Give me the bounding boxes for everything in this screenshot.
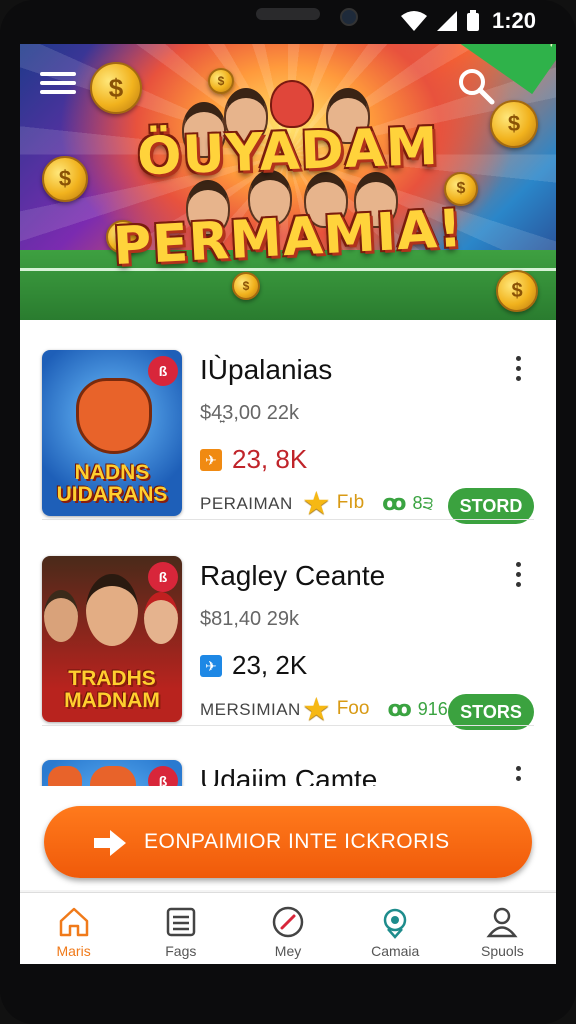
list-item[interactable]: ß NADNS UIDARANS IÙpalanias $4͍3,00 22k … xyxy=(20,320,556,524)
character-face xyxy=(144,592,178,644)
game-thumbnail[interactable]: ß xyxy=(42,760,182,786)
rating-text: Foo xyxy=(336,698,370,719)
item-price: $81,40 29k xyxy=(200,608,299,630)
share-count: 916 xyxy=(417,698,448,719)
status-time: 1:20 xyxy=(491,8,536,33)
item-count: ✈ 23, 8K xyxy=(200,444,307,475)
character-face xyxy=(44,590,78,642)
item-title: Ragley Ceante xyxy=(200,560,386,591)
more-options-icon[interactable] xyxy=(510,356,526,386)
fox-mascot-icon xyxy=(90,766,136,786)
nav-label: Fags xyxy=(165,943,197,959)
speaker-grille xyxy=(256,8,320,20)
menu-bar xyxy=(40,72,76,76)
app-screen: $ $ $ $ $ $ $ $ ÖUYADAM PERMAMIA! ß‰ ᵾ ᴍ… xyxy=(20,44,556,964)
nav-item-profile[interactable]: Spuols xyxy=(449,893,556,964)
search-icon xyxy=(459,69,495,105)
thumb-label: TRADHS MADNAM xyxy=(64,667,160,712)
item-count-value: 23, 2K xyxy=(232,650,308,680)
game-thumbnail[interactable]: ß TRADHS MADNAM xyxy=(42,556,182,722)
rating-row: ★ Foo ꝏ 916 xyxy=(302,691,448,727)
item-meta: PERAIMAN xyxy=(200,494,293,513)
coin-icon: $ xyxy=(232,272,260,300)
home-icon xyxy=(59,907,88,937)
battery-icon xyxy=(467,10,479,31)
fox-mascot-icon xyxy=(48,766,82,786)
item-title: IÙpalanias xyxy=(200,354,333,385)
plane-icon: ✈ xyxy=(200,654,222,677)
game-thumbnail[interactable]: ß NADNS UIDARANS xyxy=(42,350,182,516)
more-options-icon[interactable] xyxy=(510,766,526,786)
list-icon xyxy=(166,907,196,937)
plane-icon: ✈ xyxy=(200,448,222,471)
menu-bar xyxy=(40,81,76,85)
fox-mascot-icon xyxy=(76,378,152,454)
phone-frame: 1:20 $ $ $ $ $ $ $ $ ÖUYADAM PERMAMIA! ß… xyxy=(0,0,576,1024)
menu-bar xyxy=(40,90,76,94)
coin-icon: $ xyxy=(208,68,234,94)
item-count-value: 23, 8K xyxy=(232,444,308,474)
rating-text: Fıb xyxy=(336,492,365,513)
status-icons xyxy=(400,10,480,32)
arrow-right-icon xyxy=(94,830,126,856)
star-icon: ★ xyxy=(302,485,331,521)
thumb-badge: ß xyxy=(148,356,178,386)
nav-label: Spuols xyxy=(481,943,524,959)
nav-item-explore[interactable]: Mey xyxy=(234,893,341,964)
nav-label: Maris xyxy=(56,943,91,959)
list-item[interactable]: ß TRADHS MADNAM Ragley Ceante $81,40 29k… xyxy=(20,526,556,730)
cta-label: EONPAIMIOR INTE ICKRORIS xyxy=(144,830,450,853)
item-title: Udaiim Camte xyxy=(200,764,378,786)
share-count: 8੩ xyxy=(412,492,434,513)
thumb-badge: ß xyxy=(148,562,178,592)
character-face xyxy=(86,574,138,646)
location-icon xyxy=(383,908,407,939)
item-price: $4͍3,00 22k xyxy=(200,402,299,424)
star-icon: ★ xyxy=(302,691,331,727)
profile-icon xyxy=(486,907,518,938)
nav-item-home[interactable]: Maris xyxy=(20,893,127,964)
game-list: ß NADNS UIDARANS IÙpalanias $4͍3,00 22k … xyxy=(20,320,556,786)
thumb-label: NADNS UIDARANS xyxy=(56,461,168,506)
item-count: ✈ 23, 2K xyxy=(200,650,307,681)
search-button[interactable] xyxy=(456,66,496,106)
divider xyxy=(42,725,534,726)
primary-cta-button[interactable]: EONPAIMIOR INTE ICKRORIS xyxy=(44,806,532,878)
cta-area: EONPAIMIOR INTE ICKRORIS xyxy=(20,786,556,890)
share-icon: ꝏ xyxy=(382,490,407,515)
nav-label: Mey xyxy=(274,943,302,959)
more-options-icon[interactable] xyxy=(510,562,526,592)
divider xyxy=(42,519,534,520)
rating-row: ★ Fıb ꝏ 8੩ xyxy=(302,485,434,521)
wifi-icon xyxy=(401,11,427,31)
nav-item-location[interactable]: Camaia xyxy=(342,893,449,964)
item-meta: MERSIMIAN xyxy=(200,700,301,719)
compass-icon xyxy=(272,906,304,938)
bottom-nav: Maris Fags Mey Camaia Spuols xyxy=(20,892,556,964)
hero-banner[interactable]: $ $ $ $ $ $ $ $ ÖUYADAM PERMAMIA! ß‰ ᵾ ᴍ… xyxy=(20,44,556,320)
coin-icon: $ xyxy=(90,62,142,114)
list-item[interactable]: ß Udaiim Camte xyxy=(20,730,556,786)
nav-item-list[interactable]: Fags xyxy=(127,893,234,964)
thumb-badge: ß xyxy=(148,766,178,786)
share-icon: ꝏ xyxy=(387,696,412,721)
coin-icon: $ xyxy=(496,270,538,312)
front-camera xyxy=(340,8,358,26)
nav-label: Camaia xyxy=(371,943,420,959)
menu-button[interactable] xyxy=(40,72,76,100)
signal-icon xyxy=(437,11,457,31)
